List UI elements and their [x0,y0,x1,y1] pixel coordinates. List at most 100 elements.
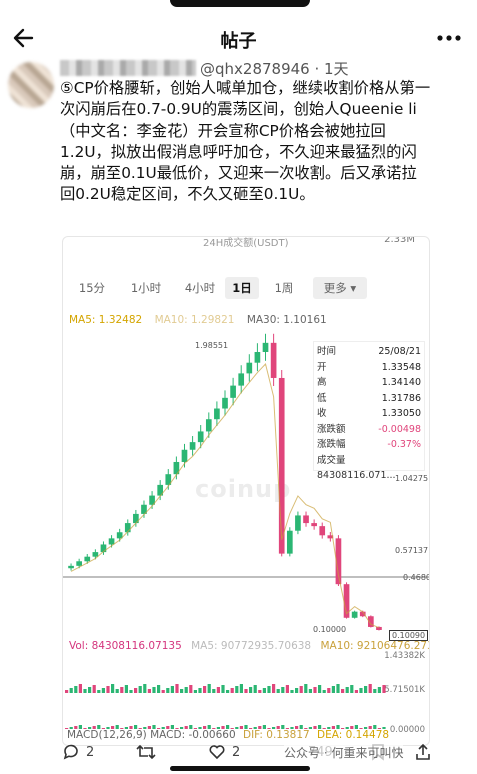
volume-bar [147,689,151,693]
macd-bar [272,727,276,729]
macd-bar [308,727,312,729]
macd-bar [212,728,216,729]
macd-bar [304,728,308,729]
macd-bar [249,728,253,729]
volume-bar [138,686,142,693]
volume-bar [239,684,243,693]
volume-bar [382,685,386,693]
macd-bars [65,725,386,729]
volume-bar [350,685,354,693]
volume-bar [115,689,119,693]
macd-bar [161,727,165,729]
candle-body [189,442,196,450]
chart-screenshot[interactable]: 24H成交额(USDT) 2.33M 15分 1小时 4小时 1日 1周 更多 … [62,236,430,746]
macd-bar [189,725,193,729]
more-options-icon[interactable] [435,28,463,48]
macd-bar [115,725,119,729]
volume-bar [336,684,340,693]
volume-bar [69,688,73,693]
tab-1w[interactable]: 1周 [265,277,303,299]
macd-bar [138,728,142,729]
info-row-change-pct: 涨跌幅 -0.37% [317,439,421,450]
volume-bar [193,690,197,693]
macd-bar [166,726,170,729]
info-row-open: 开 1.33548 [317,361,421,373]
avatar[interactable] [8,62,54,108]
volume-bar [92,685,96,693]
macd-bar [377,728,381,729]
price-label-p1: 1.04275 [395,474,429,483]
tab-1d[interactable]: 1日 [225,277,259,299]
volume-bar [129,690,133,693]
status-notch [170,0,310,7]
volume-bar [295,688,299,693]
ma-indicator-line: MA5: 1.32482 MA10: 1.29821 MA30: 1.10161 [69,314,336,326]
candle-body [124,523,131,533]
volume-bar [230,688,234,693]
vol-ma5: MA5: 90772935.70638 [191,640,312,652]
tab-15m[interactable]: 15分 [69,277,115,299]
macd-bar [313,726,317,729]
candle-body [319,526,326,536]
wechat-watermark: 公众号 · 何重来可叫快 [284,744,404,761]
macd-bar [106,727,110,729]
volume-bar [281,687,285,693]
macd-bar [78,725,82,729]
volume-bar [216,687,220,693]
candle-body [92,552,99,557]
volume-bar [331,686,335,693]
volume-bar [203,686,207,693]
like-button[interactable]: 2 [208,740,240,764]
macd-bar [180,727,184,729]
page-title: 帖子 [220,31,257,52]
tab-1h[interactable]: 1小时 [121,277,171,299]
macd-bar [207,725,211,729]
volume-bar [180,689,184,693]
volume-bar [359,688,363,693]
ma5-value: MA5: 1.32482 [69,314,143,326]
macd-bar [341,728,345,729]
top-bar: 帖子 [0,18,477,58]
macd-bar [368,726,372,729]
macd-bar [152,725,156,729]
share-icon [416,743,430,760]
volume-bar [267,686,271,693]
repost-button[interactable] [136,740,162,764]
macd-bar [230,728,234,729]
volume-bar [235,686,239,693]
tab-more[interactable]: 更多 ▾ [313,277,367,299]
volume-bar [175,684,179,693]
author-name-blurred [60,60,196,76]
candle-body [214,408,220,420]
macd-bar [322,728,326,729]
volume-bar [221,685,225,693]
volume-bar [364,686,368,693]
info-row-low: 低 1.31786 [317,392,421,404]
macd-bar [285,728,289,729]
volume-bar [308,689,312,693]
volume-bar [198,688,202,693]
candle-body [181,449,188,462]
macd-bar [235,727,239,729]
volume-bar [184,687,188,693]
heart-icon [209,745,225,760]
volume-bar [161,690,165,693]
reply-button[interactable]: 2 [62,740,94,764]
volume-bar [377,687,381,693]
candle-body [286,530,293,554]
share-button[interactable] [414,740,438,764]
macd-bar [120,728,124,729]
macd-bar [143,727,147,729]
price-label-low: 0.10000 [313,625,347,634]
volume-bar [212,689,216,693]
volume-bar [304,684,308,693]
author-handle[interactable]: @qhx2878946 · 1天 [200,58,349,79]
macd-bar [134,725,138,729]
info-row-close: 收 1.33050 [317,408,421,419]
macd-bar [364,727,368,729]
tab-4h[interactable]: 4小时 [175,277,225,299]
volume-bar [322,690,326,693]
volume-value: 2.33M [384,236,415,245]
volume-bar [373,689,377,693]
macd-bar [239,726,243,729]
